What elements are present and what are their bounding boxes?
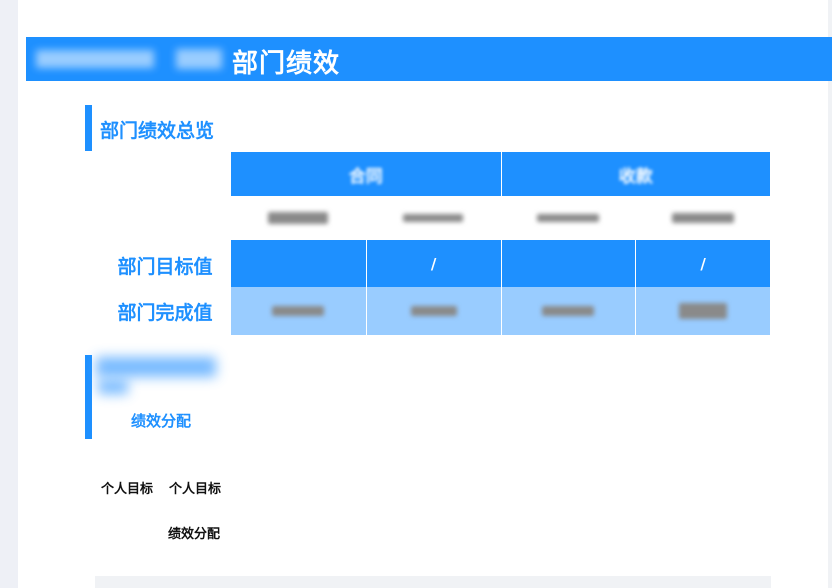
redacted-section-title	[96, 357, 216, 377]
table-header-row: 合同 收款	[231, 152, 770, 196]
done-cell	[231, 287, 366, 335]
performance-table: 合同 收款 / /	[231, 152, 770, 335]
target-cell	[231, 240, 366, 287]
done-cell	[635, 287, 770, 335]
redacted-banner-text	[36, 50, 154, 68]
footer-bar	[95, 576, 771, 588]
row-label-target: 部门目标值	[117, 256, 213, 278]
done-cell	[500, 287, 636, 335]
table-subheader	[366, 196, 501, 240]
right-edge-strip	[828, 0, 832, 588]
target-cell: /	[365, 240, 501, 287]
page-banner: 部门绩效	[26, 37, 832, 81]
redacted-section-title	[98, 380, 128, 394]
section-accent-bar	[85, 105, 92, 151]
section-title-overview: 部门绩效总览	[100, 120, 215, 142]
table-subheader	[501, 196, 636, 240]
personal-target-label: 个人目标	[169, 482, 222, 497]
performance-distribution-label: 绩效分配	[168, 527, 221, 542]
redacted-banner-text	[176, 49, 222, 69]
left-edge-strip	[0, 0, 18, 588]
table-row-done	[231, 287, 770, 335]
table-subheader	[635, 196, 770, 240]
target-cell	[500, 240, 636, 287]
page-title: 部门绩效	[232, 49, 341, 79]
table-header-collection: 收款	[500, 152, 771, 196]
section-title-distribution: 绩效分配	[131, 412, 192, 430]
table-subheader	[231, 196, 366, 240]
done-cell	[365, 287, 501, 335]
table-subheader-row	[231, 196, 770, 240]
section-accent-bar	[85, 355, 92, 439]
target-cell: /	[635, 240, 770, 287]
table-row-target: / /	[231, 240, 770, 287]
personal-target-label: 个人目标	[101, 482, 154, 497]
row-label-done: 部门完成值	[117, 302, 213, 324]
table-header-contract: 合同	[348, 166, 383, 187]
